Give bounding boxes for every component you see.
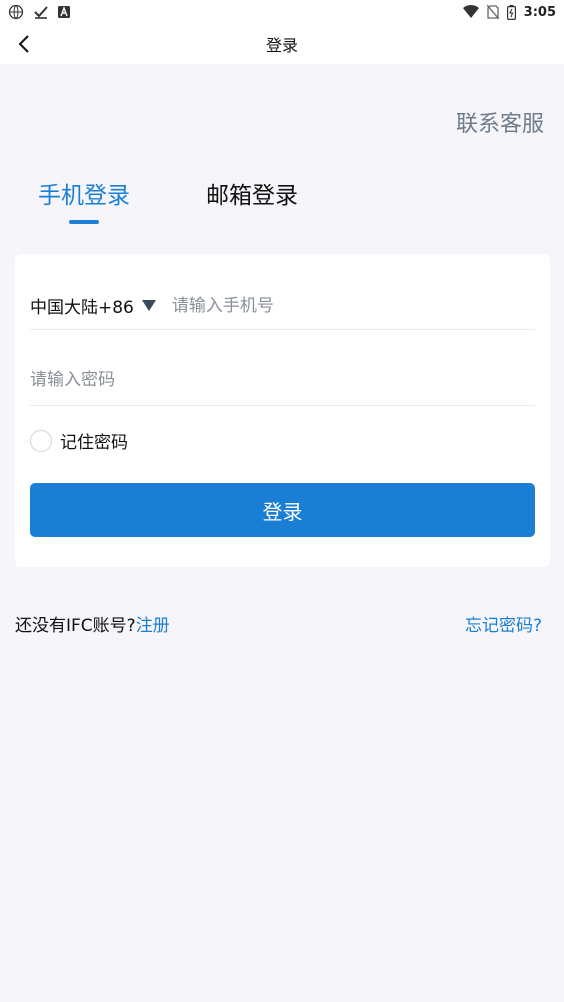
battery-icon	[506, 4, 516, 20]
font-icon	[58, 6, 70, 18]
register-link[interactable]: 注册	[136, 616, 170, 636]
remember-password-toggle[interactable]: 记住密码	[30, 428, 128, 453]
status-time: 3:05	[523, 4, 556, 20]
country-code-label: 中国大陆+86	[30, 298, 134, 318]
tab-email-login[interactable]: 邮箱登录	[206, 176, 298, 224]
page-title: 登录	[265, 36, 298, 55]
password-input[interactable]	[30, 361, 535, 398]
forgot-password-link[interactable]: 忘记密码?	[465, 611, 542, 636]
login-form-card: 中国大陆+86 记住密码 登录	[15, 254, 550, 567]
app-bar: 登录	[0, 24, 564, 64]
check-icon	[34, 5, 48, 19]
tab-email-login-label: 邮箱登录	[206, 183, 298, 209]
tab-active-indicator	[69, 220, 99, 224]
phone-input[interactable]	[171, 287, 535, 324]
register-prompt: 还没有IFC账号?注册	[15, 611, 170, 636]
caret-down-icon	[141, 300, 156, 311]
status-bar: 3:05	[0, 0, 564, 24]
login-button[interactable]: 登录	[30, 483, 535, 537]
no-sim-icon	[486, 5, 499, 19]
country-code-selector[interactable]: 中国大陆+86	[30, 293, 172, 318]
tab-phone-login[interactable]: 手机登录	[38, 176, 130, 224]
phone-row: 中国大陆+86	[30, 282, 535, 330]
status-left	[8, 4, 70, 20]
remember-radio[interactable]	[30, 429, 52, 452]
wifi-icon	[462, 5, 479, 19]
login-tabs: 手机登录 邮箱登录	[38, 176, 298, 224]
password-row	[30, 354, 535, 406]
contact-service-link[interactable]: 联系客服	[456, 106, 544, 138]
globe-icon	[8, 4, 24, 20]
back-button[interactable]	[8, 28, 40, 60]
remember-label: 记住密码	[60, 433, 128, 453]
no-account-text: 还没有IFC账号?	[15, 616, 136, 636]
status-right: 3:05	[462, 4, 556, 20]
tab-phone-login-label: 手机登录	[38, 183, 130, 209]
chevron-left-icon	[18, 35, 29, 53]
